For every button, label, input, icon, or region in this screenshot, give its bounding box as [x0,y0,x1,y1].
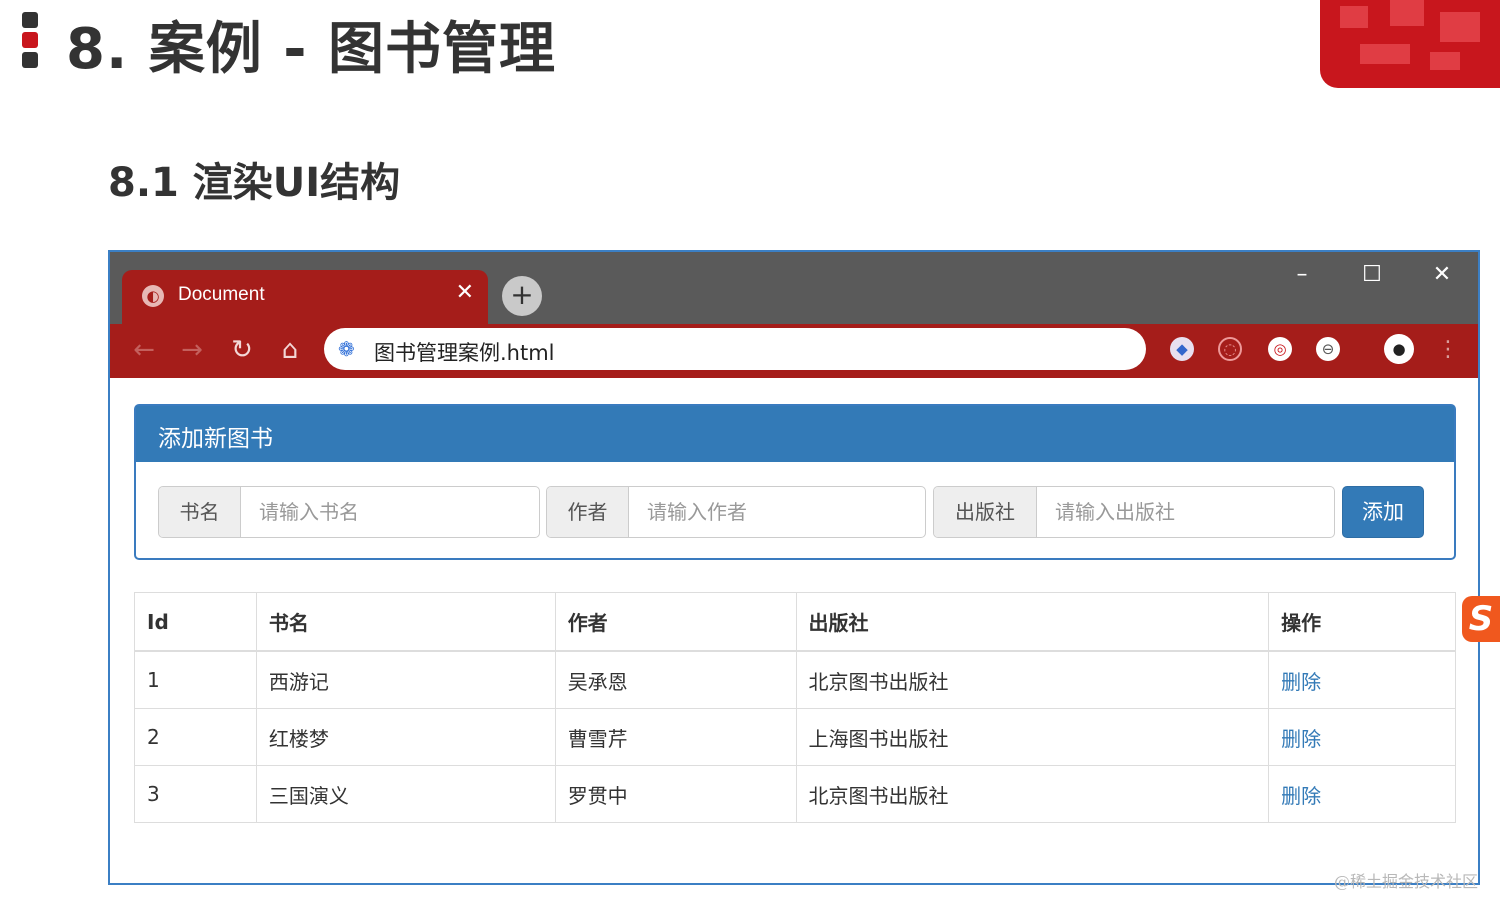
extension-icon-2[interactable]: ◌ [1218,337,1242,361]
header-action: 操作 [1268,592,1456,652]
cell-author: 吴承恩 [554,650,797,709]
menu-icon[interactable]: ⋮ [1432,334,1464,366]
delete-link[interactable]: 删除 [1281,727,1321,751]
cell-id: 3 [134,765,257,823]
table-row: 2 红楼梦 曹雪芹 上海图书出版社 删除 [134,708,1456,766]
delete-link[interactable]: 删除 [1281,784,1321,808]
add-book-panel: 添加新图书 书名 作者 出版社 添加 [134,404,1456,560]
table-header-row: Id 书名 作者 出版社 操作 [134,592,1456,652]
delete-link[interactable]: 删除 [1281,670,1321,694]
extension-icon-4[interactable]: ⊖ [1316,337,1340,361]
cell-name: 三国演义 [255,765,556,823]
publisher-label: 出版社 [934,487,1037,537]
minimize-button[interactable]: – [1282,262,1322,288]
forward-icon[interactable]: → [176,334,208,366]
book-name-input[interactable] [241,487,539,537]
author-label: 作者 [547,487,629,537]
extension-icon-1[interactable]: ◆ [1170,337,1194,361]
section-title: 8.1 渲染UI结构 [108,160,401,206]
cell-publisher: 上海图书出版社 [795,708,1270,766]
target-extension-icon[interactable]: ◎ [1268,337,1292,361]
tab-title: Document [178,284,265,305]
reload-icon[interactable]: ↻ [226,334,258,366]
cell-action: 删除 [1268,650,1456,709]
header-id: Id [134,592,257,652]
avatar[interactable]: ● [1384,334,1414,364]
publisher-group: 出版社 [933,486,1335,538]
browser-window: ◐ Document ✕ + – ☐ ✕ ← → ↻ ⌂ ❁ 图书管理案例.ht… [108,250,1480,885]
home-icon[interactable]: ⌂ [274,334,306,366]
close-window-button[interactable]: ✕ [1422,262,1462,288]
cell-publisher: 北京图书出版社 [795,650,1270,709]
header-name: 书名 [255,592,556,652]
book-name-group: 书名 [158,486,540,538]
cell-name: 西游记 [255,650,556,709]
globe-icon: ◐ [142,285,164,307]
publisher-input[interactable] [1037,487,1334,537]
address-text: 图书管理案例.html [374,341,555,365]
corner-decoration [1320,0,1500,88]
author-group: 作者 [546,486,926,538]
browser-toolbar: ← → ↻ ⌂ ❁ 图书管理案例.html ◆ ◌ ◎ ⊖ ● ⋮ [110,324,1478,378]
close-icon[interactable]: ✕ [456,280,474,305]
panel-heading: 添加新图书 [136,406,1454,462]
cell-name: 红楼梦 [255,708,556,766]
panel-title: 添加新图书 [158,426,273,452]
cell-action: 删除 [1268,708,1456,766]
tab-document[interactable]: ◐ Document ✕ [122,270,488,324]
slide-title: 8. 案例 - 图书管理 [66,17,556,82]
header-author: 作者 [554,592,797,652]
cell-author: 曹雪芹 [554,708,797,766]
maximize-button[interactable]: ☐ [1352,262,1392,288]
author-input[interactable] [629,487,925,537]
table-row: 1 西游记 吴承恩 北京图书出版社 删除 [134,650,1456,709]
add-button[interactable]: 添加 [1342,486,1424,538]
slide-bullet-icon [22,12,42,72]
tab-strip: ◐ Document ✕ + – ☐ ✕ [110,252,1478,324]
cell-action: 删除 [1268,765,1456,823]
book-name-label: 书名 [159,487,241,537]
baidu-paw-icon: ❁ [338,337,355,361]
cell-author: 罗贯中 [554,765,797,823]
new-tab-button[interactable]: + [502,276,542,316]
sogou-ime-icon[interactable]: S [1462,596,1500,642]
cell-publisher: 北京图书出版社 [795,765,1270,823]
header-publisher: 出版社 [795,592,1270,652]
table-row: 3 三国演义 罗贯中 北京图书出版社 删除 [134,765,1456,823]
watermark: @稀土掘金技术社区 [1334,872,1479,891]
address-bar[interactable]: ❁ 图书管理案例.html [324,328,1146,370]
books-table: Id 书名 作者 出版社 操作 1 西游记 吴承恩 北京图书出版社 删除 2 红… [134,592,1456,823]
back-icon[interactable]: ← [128,334,160,366]
cell-id: 2 [134,708,257,766]
cell-id: 1 [134,650,257,709]
